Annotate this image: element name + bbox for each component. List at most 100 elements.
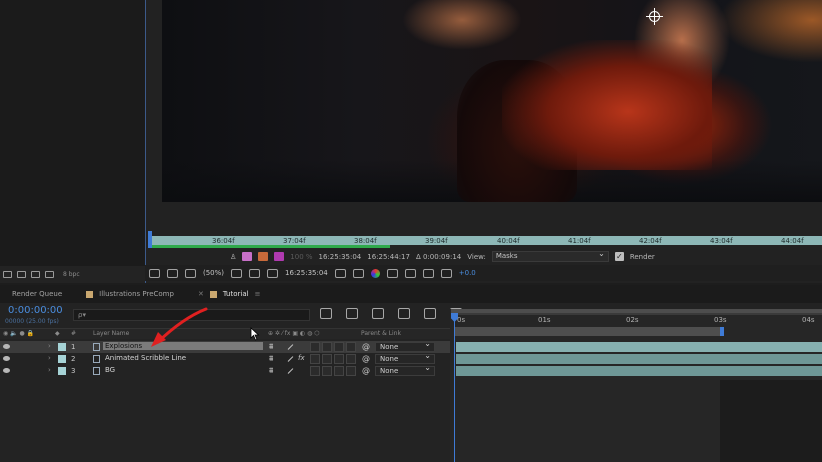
switch-box[interactable] <box>334 342 344 352</box>
quality-switch-icon[interactable] <box>287 356 294 362</box>
layer-duration-bar[interactable] <box>456 366 822 376</box>
pick-whip-icon[interactable]: @ <box>362 342 370 351</box>
switch-box[interactable] <box>346 354 356 364</box>
layer-duration-bar[interactable] <box>456 354 822 364</box>
layer-number: 3 <box>71 367 76 375</box>
new-folder-icon[interactable] <box>17 271 26 278</box>
layer-row[interactable]: › 2 Animated Scribble Line ⩩ fx @ None <box>0 352 450 365</box>
frame-blending-icon[interactable] <box>398 308 410 319</box>
transparency-grid-icon[interactable] <box>267 268 279 278</box>
eye-icon[interactable] <box>3 344 10 349</box>
av-features-header-icon[interactable]: ◉ 🔈 ● 🔒 <box>3 330 34 337</box>
chevron-right-icon[interactable]: › <box>48 354 51 362</box>
ruler-tick-label: 42:04f <box>639 237 662 245</box>
chevron-right-icon[interactable]: › <box>48 342 51 350</box>
eye-icon[interactable] <box>3 356 10 361</box>
current-timecode[interactable]: 0:00:00:00 <box>8 305 63 316</box>
shy-switch-icon[interactable]: ⩩ <box>269 354 273 364</box>
composition-swatch-icon <box>209 290 217 298</box>
monitor-icon[interactable] <box>167 268 178 278</box>
switch-box[interactable] <box>322 366 332 376</box>
timeline-link-icon[interactable] <box>404 268 416 278</box>
color-swatch-icon[interactable] <box>274 252 285 261</box>
range-end-timecode[interactable]: 16:25:44:17 <box>367 253 410 261</box>
time-navigator-handle[interactable] <box>451 309 822 313</box>
switch-box[interactable] <box>334 366 344 376</box>
snapshot-icon[interactable] <box>334 268 346 278</box>
switch-box[interactable] <box>346 366 356 376</box>
region-of-interest-icon[interactable] <box>249 268 261 278</box>
work-area-bar[interactable] <box>455 327 723 336</box>
switch-box[interactable] <box>310 366 320 376</box>
label-header-icon[interactable]: ◆ <box>55 330 60 337</box>
range-start-timecode[interactable]: 16:25:35:04 <box>319 253 362 261</box>
always-preview-icon[interactable] <box>149 268 160 278</box>
grid-icon[interactable] <box>185 268 196 278</box>
composition-frame-image[interactable] <box>162 0 822 202</box>
quality-switch-icon[interactable] <box>287 344 294 350</box>
tab-label: Illustrations PreComp <box>99 290 174 298</box>
viewer-playhead[interactable] <box>148 231 152 248</box>
resolution-icon[interactable] <box>231 268 243 278</box>
current-time-display[interactable]: 16:25:35:04 <box>285 269 328 277</box>
shy-switch-icon[interactable]: ⩩ <box>269 342 273 352</box>
switch-box[interactable] <box>310 342 320 352</box>
switch-box[interactable] <box>346 342 356 352</box>
label-color-swatch[interactable] <box>58 343 66 351</box>
tab-illustrations-precomp[interactable]: Illustrations PreComp <box>74 285 186 303</box>
switch-box[interactable] <box>334 354 344 364</box>
switch-box[interactable] <box>322 354 332 364</box>
draft-3d-icon[interactable] <box>346 308 358 319</box>
eye-icon[interactable] <box>3 368 10 373</box>
panel-menu-icon[interactable]: ≡ <box>255 290 261 298</box>
work-area-end-handle[interactable] <box>720 327 724 336</box>
pick-whip-icon[interactable]: @ <box>362 366 370 375</box>
magnification-select[interactable]: (50%) <box>203 269 224 277</box>
motion-blur-icon[interactable] <box>424 308 436 319</box>
fast-preview-icon[interactable] <box>386 268 398 278</box>
chevron-right-icon[interactable]: › <box>48 366 51 374</box>
pin-icon[interactable] <box>242 252 253 261</box>
tab-tutorial[interactable]: ✕ Tutorial ≡ <box>186 285 272 303</box>
label-color-swatch[interactable] <box>58 355 66 363</box>
tab-label: Tutorial <box>222 290 249 298</box>
anchor-point-icon[interactable] <box>646 8 663 25</box>
render-checkbox[interactable]: ✓ <box>614 252 624 261</box>
ruler-tick-label: 38:04f <box>354 237 377 245</box>
channel-icon[interactable] <box>370 268 380 278</box>
effects-switch[interactable]: fx <box>298 354 305 362</box>
project-settings-icon[interactable] <box>45 271 54 278</box>
reset-exposure-icon[interactable] <box>440 268 452 278</box>
switch-box[interactable] <box>322 342 332 352</box>
timeline-playhead-line[interactable] <box>454 315 455 462</box>
view-select[interactable]: Masks <box>491 249 609 262</box>
composition-mini-flowchart-icon[interactable] <box>320 308 332 319</box>
switch-box[interactable] <box>310 354 320 364</box>
layer-name[interactable]: Animated Scribble Line <box>105 354 186 362</box>
quality-switch-icon[interactable] <box>287 368 294 374</box>
layer-row[interactable]: › 1 Explosions ⩩ @ None <box>0 340 450 353</box>
shy-layers-icon[interactable] <box>372 308 384 319</box>
layer-name[interactable]: BG <box>105 366 115 374</box>
new-composition-icon[interactable] <box>31 271 40 278</box>
figure-icon[interactable]: ♙ <box>230 253 236 261</box>
panel-tab-bar: Render Queue Illustrations PreComp ✕ Tut… <box>0 285 822 303</box>
tab-render-queue[interactable]: Render Queue <box>0 285 74 303</box>
tab-label: Render Queue <box>12 290 63 298</box>
flowchart-icon[interactable] <box>422 268 434 278</box>
pick-whip-icon[interactable]: @ <box>362 354 370 363</box>
record-icon[interactable] <box>258 252 269 261</box>
show-snapshot-icon[interactable] <box>352 268 364 278</box>
project-panel <box>0 0 145 283</box>
switches-header-icon[interactable]: ⊕ ✲ ⁄ fx ▣ ◐ ◍ ⬡ <box>268 330 319 337</box>
parent-select[interactable]: None <box>375 364 435 376</box>
layer-name-header[interactable]: Layer Name <box>93 330 129 337</box>
label-color-swatch[interactable] <box>58 367 66 375</box>
interpret-footage-icon[interactable] <box>3 271 12 278</box>
bit-depth-label[interactable]: 8 bpc <box>63 271 80 278</box>
layer-duration-bar[interactable] <box>456 342 822 352</box>
close-icon[interactable]: ✕ <box>198 290 204 298</box>
layer-row[interactable]: › 3 BG ⩩ @ None <box>0 364 450 377</box>
shy-switch-icon[interactable]: ⩩ <box>269 366 273 376</box>
exposure-value[interactable]: +0.0 <box>459 269 476 277</box>
